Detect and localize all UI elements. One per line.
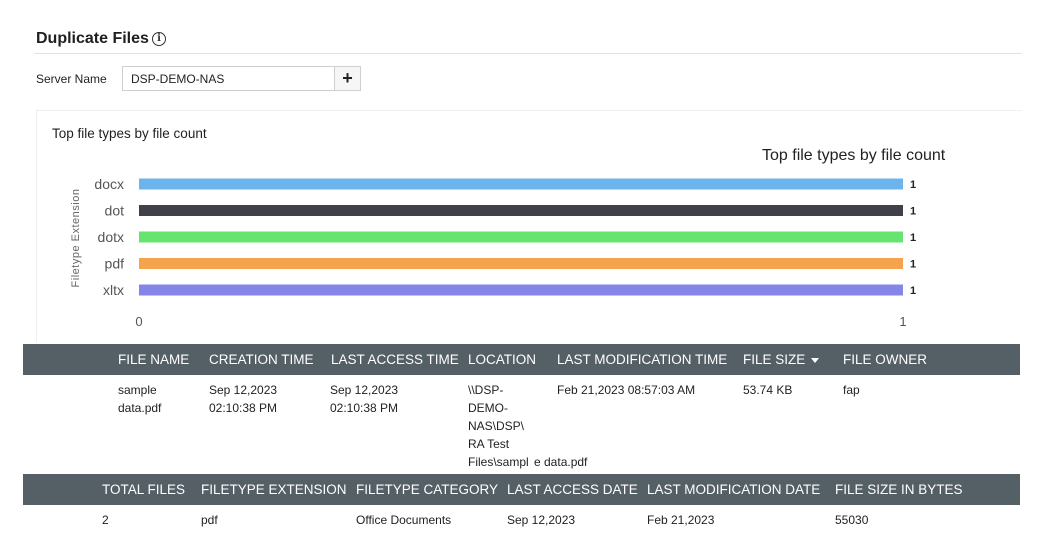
data-label: 1	[910, 232, 916, 244]
column-header-filetype-extension[interactable]: FILETYPE EXTENSION	[201, 482, 347, 497]
cell-location-line: DEMO-	[468, 401, 508, 415]
bar-pdf[interactable]	[139, 258, 903, 269]
column-header-file-size-label: FILE SIZE	[743, 352, 806, 367]
cell-access-clock: 02:10:38 PM	[330, 401, 399, 415]
category-label: docx	[94, 176, 124, 192]
x-tick-label: 1	[899, 314, 906, 329]
column-header-file-owner[interactable]: FILE OWNER	[843, 352, 927, 367]
data-label: 1	[910, 206, 916, 218]
column-header-last-modification-date[interactable]: LAST MODIFICATION DATE	[647, 482, 820, 497]
column-header-file-size-in-bytes[interactable]: FILE SIZE IN BYTES	[835, 482, 963, 497]
column-header-last-access-date[interactable]: LAST ACCESS DATE	[507, 482, 638, 497]
cell-file-size-in-bytes: 55030	[835, 513, 869, 527]
cell-total-files: 2	[102, 513, 109, 527]
summary-table-header: TOTAL FILES FILETYPE EXTENSION FILETYPE …	[23, 474, 1020, 505]
data-label: 1	[910, 285, 916, 297]
category-label: dot	[105, 203, 125, 219]
files-table-header: FILE NAME CREATION TIME LAST ACCESS TIME…	[23, 344, 1020, 375]
category-label: pdf	[105, 256, 125, 272]
cell-file-owner: fap	[843, 383, 860, 397]
cell-filetype-extension: pdf	[201, 513, 218, 527]
sort-descending-icon	[811, 357, 820, 363]
cell-last-access-date: Sep 12,2023	[507, 513, 576, 527]
cell-last-access-time: Sep 12,2023 02:10:38 PM	[330, 381, 398, 417]
category-label: dotx	[98, 229, 124, 245]
cell-file-name-line: sample	[118, 383, 157, 397]
cell-creation-date: Sep 12,2023	[209, 383, 278, 397]
cell-location-line: \\DSP-	[468, 383, 504, 397]
cell-location-line: NAS\DSP\	[468, 419, 525, 433]
column-header-location[interactable]: LOCATION	[468, 352, 536, 367]
column-header-last-access-time[interactable]: LAST ACCESS TIME	[331, 352, 459, 367]
category-label: xltx	[103, 282, 124, 298]
cell-file-size: 53.74 KB	[743, 383, 793, 397]
cell-location-line: RA Test	[468, 437, 510, 451]
column-header-last-modification-time[interactable]: LAST MODIFICATION TIME	[557, 352, 727, 367]
bar-dot[interactable]	[139, 205, 903, 216]
column-header-file-name[interactable]: FILE NAME	[118, 352, 189, 367]
cell-location-overflow: e data.pdf	[534, 455, 588, 469]
data-label: 1	[910, 179, 916, 191]
column-header-creation-time[interactable]: CREATION TIME	[209, 352, 314, 367]
cell-access-date: Sep 12,2023	[330, 383, 399, 397]
data-label: 1	[910, 259, 916, 271]
cell-creation-clock: 02:10:38 PM	[209, 401, 278, 415]
cell-file-name: sample data.pdf	[118, 381, 161, 417]
bar-chart: docx 1 dot 1 dotx 1 pdf 1 xltx 1 0 1	[94, 176, 916, 329]
bar-docx[interactable]	[139, 178, 903, 190]
x-tick-label: 0	[135, 314, 142, 329]
cell-filetype-category: Office Documents	[356, 513, 452, 527]
cell-location: \\DSP- DEMO- NAS\DSP\ RA Test Files\samp…	[468, 381, 529, 471]
cell-last-modification-time: Feb 21,2023 08:57:03 AM	[557, 383, 696, 397]
bar-xltx[interactable]	[139, 284, 903, 296]
cell-location-line: Files\sampl	[468, 455, 529, 469]
cell-creation-time: Sep 12,2023 02:10:38 PM	[209, 381, 277, 417]
cell-file-name-line: data.pdf	[118, 401, 162, 415]
column-header-filetype-category[interactable]: FILETYPE CATEGORY	[356, 482, 498, 497]
bar-dotx[interactable]	[139, 231, 903, 243]
column-header-total-files[interactable]: TOTAL FILES	[102, 482, 185, 497]
column-header-file-size[interactable]: FILE SIZE	[743, 352, 820, 367]
cell-last-modification-date: Feb 21,2023	[647, 513, 715, 527]
